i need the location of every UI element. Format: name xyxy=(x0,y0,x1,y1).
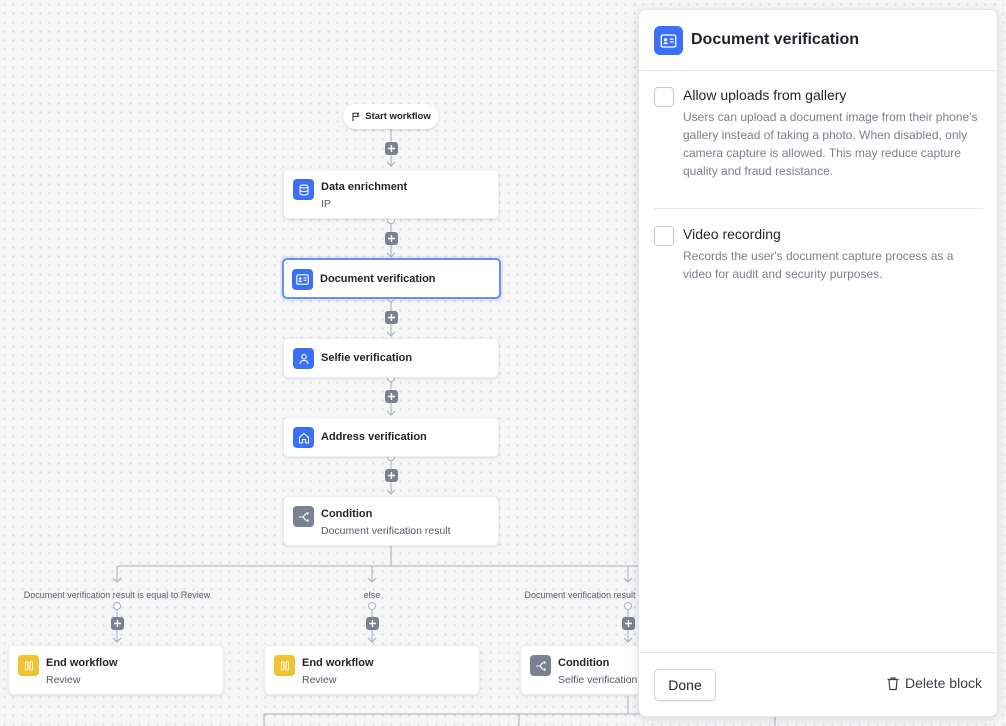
database-icon xyxy=(293,179,314,200)
pause-icon xyxy=(274,655,295,676)
node-title: Selfie verification xyxy=(321,352,413,364)
plus-icon xyxy=(388,393,395,400)
panel-footer: Done Delete block xyxy=(639,652,997,716)
branch-icon xyxy=(530,655,551,676)
node-subtitle: Document verification result xyxy=(321,525,451,537)
divider xyxy=(654,208,983,209)
delete-block-button[interactable]: Delete block xyxy=(886,675,982,691)
branch-icon xyxy=(293,506,314,527)
plus-icon xyxy=(388,145,395,152)
node-condition[interactable]: Condition Document verification result xyxy=(283,496,499,546)
node-title: Address verification xyxy=(321,431,427,443)
option-description: Records the user's document capture proc… xyxy=(683,249,954,281)
plus-icon xyxy=(625,620,632,627)
user-icon xyxy=(293,348,314,369)
node-title: Data enrichment xyxy=(321,181,408,193)
plus-icon xyxy=(114,620,121,627)
add-step-button[interactable] xyxy=(385,469,398,482)
node-title: End workflow xyxy=(46,657,118,669)
node-address-verification[interactable]: Address verification xyxy=(283,417,499,457)
node-data-enrichment[interactable]: Data enrichment IP xyxy=(283,169,499,219)
video-recording-checkbox[interactable] xyxy=(654,226,674,246)
node-subtitle: IP xyxy=(321,198,331,210)
start-workflow-label: Start workflow xyxy=(365,111,431,122)
panel-header: Document verification xyxy=(639,10,997,71)
add-step-button[interactable] xyxy=(366,617,379,630)
plus-icon xyxy=(388,235,395,242)
node-subtitle: Review xyxy=(302,674,337,686)
option-title: Allow uploads from gallery xyxy=(683,87,847,103)
node-end-workflow[interactable]: End workflow Review xyxy=(8,645,224,695)
node-subtitle: Review xyxy=(46,674,81,686)
node-document-verification[interactable]: Document verification xyxy=(282,258,501,299)
node-end-workflow[interactable]: End workflow Review xyxy=(264,645,480,695)
panel-title: Document verification xyxy=(691,31,860,48)
add-step-button[interactable] xyxy=(385,142,398,155)
home-icon xyxy=(293,427,314,448)
option-title: Video recording xyxy=(683,226,781,242)
add-step-button[interactable] xyxy=(622,617,635,630)
delete-block-label: Delete block xyxy=(904,675,982,691)
block-settings-panel: Document verification Allow uploads from… xyxy=(638,9,998,717)
branch-label: Document verification result xyxy=(524,590,636,600)
node-title: End workflow xyxy=(302,657,374,669)
branch-label: else xyxy=(363,590,381,600)
id-card-icon xyxy=(292,269,313,290)
node-title: Document verification xyxy=(320,273,436,285)
node-title: Condition xyxy=(558,657,610,669)
add-step-button[interactable] xyxy=(111,617,124,630)
done-button[interactable]: Done xyxy=(654,669,716,701)
plus-icon xyxy=(388,314,395,321)
branch-label: Document verification result is equal to… xyxy=(23,590,211,600)
plus-icon xyxy=(369,620,376,627)
pause-icon xyxy=(18,655,39,676)
node-selfie-verification[interactable]: Selfie verification xyxy=(283,338,499,378)
option-description: Users can upload a document image from t… xyxy=(683,110,978,178)
node-subtitle: Selfie verification xyxy=(558,674,638,686)
flag-icon xyxy=(352,112,360,121)
add-step-button[interactable] xyxy=(385,311,398,324)
allow-gallery-uploads-checkbox[interactable] xyxy=(654,87,674,107)
start-workflow-pill[interactable]: Start workflow xyxy=(343,104,439,129)
add-step-button[interactable] xyxy=(385,390,398,403)
plus-icon xyxy=(388,472,395,479)
node-title: Condition xyxy=(321,508,373,520)
add-step-button[interactable] xyxy=(385,232,398,245)
id-card-icon xyxy=(654,26,683,55)
trash-icon xyxy=(887,676,899,690)
